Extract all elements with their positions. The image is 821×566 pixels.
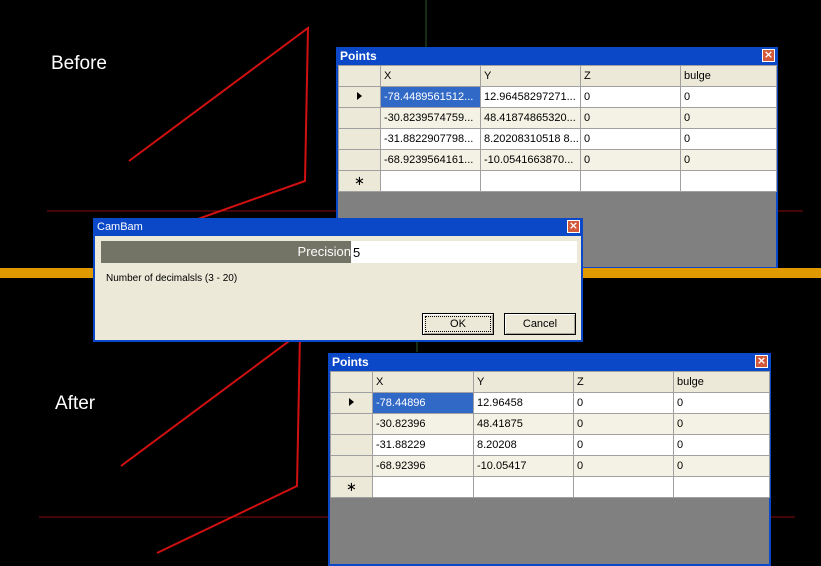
column-header-y[interactable]: Y [480,65,581,87]
row-selector[interactable] [330,455,373,477]
precision-input[interactable] [351,241,577,263]
column-header-x[interactable]: X [372,371,474,393]
cell-y[interactable]: 12.96458 [473,392,574,414]
points-window-titlebar[interactable]: Points × [338,47,776,65]
cell-y[interactable]: -10.05417 [473,455,574,477]
cell-bulge[interactable]: 0 [673,434,770,456]
table-row[interactable]: -30.8239574759... 48.41874865320... 0 0 [338,107,777,129]
cell-bulge[interactable] [680,170,777,192]
table-row[interactable]: -31.8822907798... 8.20208310518 8... 0 0 [338,128,777,150]
cell-x[interactable]: -31.8822907798... [380,128,481,150]
cell-x[interactable]: -68.92396 [372,455,474,477]
table-row[interactable]: -78.4489561512... 12.96458297271... 0 0 [338,86,777,108]
cell-x[interactable]: -30.8239574759... [380,107,481,129]
dialog-title: CamBam [97,221,143,233]
new-row-selector[interactable]: ∗ [330,476,373,498]
after-label: After [55,393,96,414]
cell-x[interactable] [380,170,481,192]
column-header-z[interactable]: Z [573,371,674,393]
cell-bulge[interactable]: 0 [680,128,777,150]
grid-corner [330,371,373,393]
points-window-after[interactable]: Points × X Y Z bulge -78.44896 12.96458 … [328,353,771,566]
cell-z[interactable]: 0 [580,128,681,150]
close-icon[interactable]: × [762,49,775,62]
row-selector[interactable] [338,86,381,108]
table-row[interactable]: -30.82396 48.41875 0 0 [330,413,770,435]
cell-bulge[interactable]: 0 [680,107,777,129]
cell-y[interactable]: -10.0541663870... [480,149,581,171]
cell-z[interactable] [573,476,674,498]
precision-description: Number of decimalsls (3 - 20) [106,273,238,284]
dialog-titlebar[interactable]: CamBam × [95,218,581,236]
cell-y[interactable]: 12.96458297271... [480,86,581,108]
table-row[interactable]: -68.9239564161... -10.0541663870... 0 0 [338,149,777,171]
table-row[interactable]: -31.88229 8.20208 0 0 [330,434,770,456]
grid-corner [338,65,381,87]
new-row-star-icon: ∗ [346,479,357,495]
cell-x[interactable] [372,476,474,498]
current-row-arrow-icon [357,92,362,100]
cell-y[interactable] [480,170,581,192]
window-title: Points [340,49,377,63]
polyline-after [120,330,302,554]
precision-row[interactable]: Precision [101,241,577,263]
row-selector[interactable] [330,413,373,435]
column-header-bulge[interactable]: bulge [680,65,777,87]
new-row[interactable]: ∗ [338,170,777,192]
cell-y[interactable]: 48.41874865320... [480,107,581,129]
cell-z[interactable]: 0 [580,86,681,108]
cell-z[interactable]: 0 [580,149,681,171]
cell-bulge[interactable] [673,476,770,498]
cell-z[interactable]: 0 [580,107,681,129]
cell-y[interactable]: 48.41875 [473,413,574,435]
new-row-star-icon: ∗ [354,173,365,189]
points-grid[interactable]: X Y Z bulge -78.44896 12.96458 0 0 -30.8… [330,371,770,498]
table-row[interactable]: -78.44896 12.96458 0 0 [330,392,770,414]
ok-button[interactable]: OK [422,313,494,335]
cell-bulge[interactable]: 0 [680,149,777,171]
row-selector[interactable] [330,434,373,456]
cell-bulge[interactable]: 0 [673,392,770,414]
cell-bulge[interactable]: 0 [680,86,777,108]
cell-z[interactable] [580,170,681,192]
cell-bulge[interactable]: 0 [673,413,770,435]
column-header-x[interactable]: X [380,65,481,87]
cell-x[interactable]: -78.4489561512... [380,86,481,108]
cell-z[interactable]: 0 [573,455,674,477]
cell-y[interactable]: 8.20208310518 8... [480,128,581,150]
row-selector[interactable] [338,149,381,171]
cell-x[interactable]: -31.88229 [372,434,474,456]
polyline-before [128,25,310,237]
table-row[interactable]: -68.92396 -10.05417 0 0 [330,455,770,477]
cell-z[interactable]: 0 [573,392,674,414]
new-row-selector[interactable]: ∗ [338,170,381,192]
precision-label: Precision [101,241,351,263]
before-label: Before [51,53,107,74]
row-selector[interactable] [338,128,381,150]
precision-dialog[interactable]: CamBam × Precision Number of decimalsls … [93,218,583,342]
new-row[interactable]: ∗ [330,476,770,498]
window-title: Points [332,355,369,369]
row-selector[interactable] [330,392,373,414]
cell-y[interactable]: 8.20208 [473,434,574,456]
cell-x[interactable]: -68.9239564161... [380,149,481,171]
close-icon[interactable]: × [755,355,768,368]
column-header-y[interactable]: Y [473,371,574,393]
close-icon[interactable]: × [567,220,580,233]
points-grid[interactable]: X Y Z bulge -78.4489561512... 12.9645829… [338,65,777,192]
cell-x[interactable]: -78.44896 [372,392,474,414]
cell-z[interactable]: 0 [573,413,674,435]
cell-z[interactable]: 0 [573,434,674,456]
cell-x[interactable]: -30.82396 [372,413,474,435]
column-header-bulge[interactable]: bulge [673,371,770,393]
points-window-titlebar[interactable]: Points × [330,353,769,371]
current-row-arrow-icon [349,398,354,406]
row-selector[interactable] [338,107,381,129]
cell-bulge[interactable]: 0 [673,455,770,477]
cancel-button[interactable]: Cancel [504,313,576,335]
cell-y[interactable] [473,476,574,498]
column-header-z[interactable]: Z [580,65,681,87]
